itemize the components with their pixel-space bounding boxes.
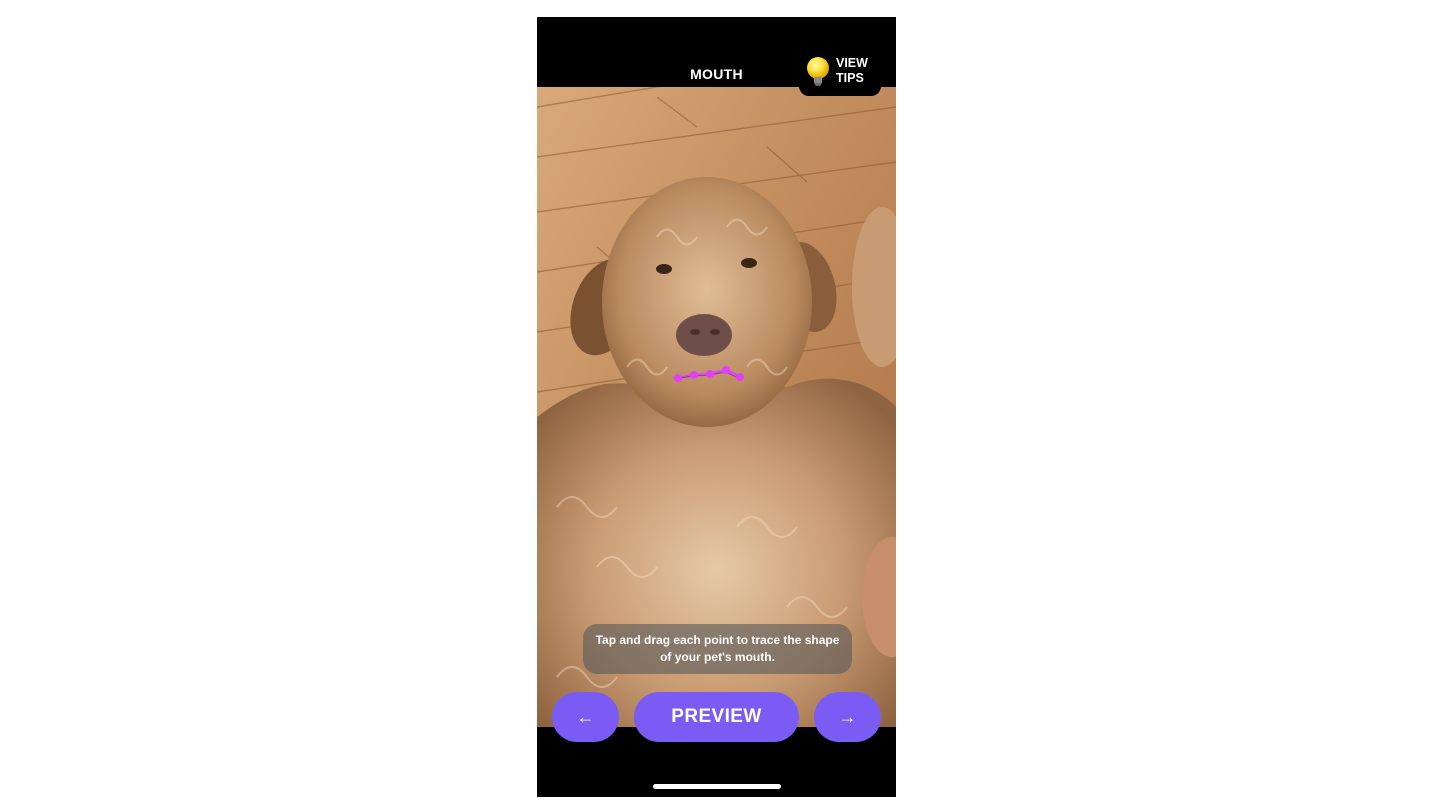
instruction-text: Tap and drag each point to trace the sha… — [595, 633, 840, 664]
instruction-banner: Tap and drag each point to trace the sha… — [583, 624, 852, 674]
home-indicator[interactable] — [653, 784, 781, 789]
next-button[interactable]: → — [814, 692, 881, 742]
view-tips-label: VIEW TIPS — [836, 56, 868, 85]
trace-point[interactable] — [674, 374, 682, 382]
view-tips-button[interactable]: VIEW TIPS — [799, 53, 881, 96]
arrow-right-icon: → — [838, 706, 857, 727]
lightbulb-icon — [807, 57, 829, 86]
preview-label: PREVIEW — [671, 706, 762, 727]
trace-point[interactable] — [736, 373, 744, 381]
back-button[interactable]: ← — [552, 692, 619, 742]
trace-point[interactable] — [690, 371, 698, 379]
trace-point[interactable] — [706, 370, 714, 378]
trace-point[interactable] — [722, 366, 730, 374]
arrow-left-icon: ← — [576, 706, 595, 727]
preview-button[interactable]: PREVIEW — [634, 692, 799, 742]
phone-screen: MOUTH VIEW TIPS Tap and drag each point … — [537, 17, 896, 797]
